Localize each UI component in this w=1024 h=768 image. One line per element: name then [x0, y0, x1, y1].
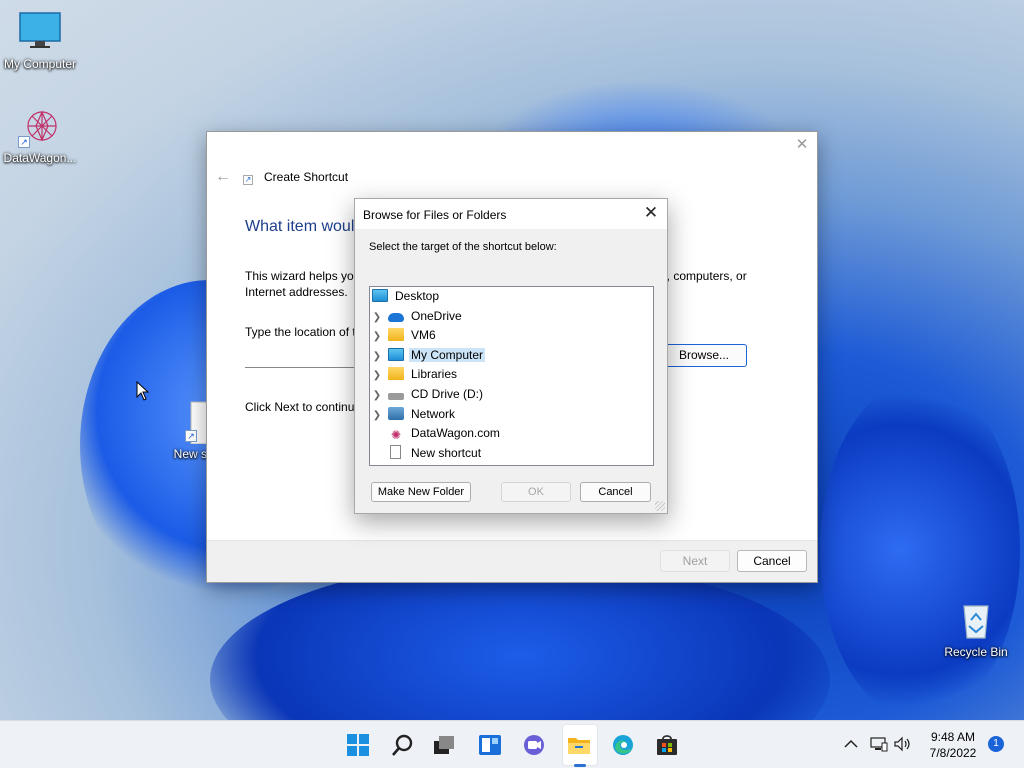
tree-item-onedrive[interactable]: ❯ OneDrive	[372, 307, 464, 326]
cancel-button[interactable]: Cancel	[580, 482, 651, 502]
chevron-right-icon[interactable]: ❯	[372, 366, 382, 385]
tree-item-label: Network	[411, 407, 456, 421]
mouse-cursor-icon	[136, 381, 150, 401]
clock[interactable]: 9:48 AM 7/8/2022	[920, 729, 986, 761]
back-arrow-icon[interactable]: ←	[215, 168, 231, 186]
search-icon[interactable]	[391, 733, 415, 757]
start-icon[interactable]	[346, 733, 370, 757]
chevron-right-icon[interactable]: ❯	[372, 308, 382, 327]
onedrive-cloud-icon	[388, 313, 404, 322]
store-icon[interactable]	[655, 733, 679, 757]
network-status-icon[interactable]	[870, 736, 888, 752]
window-title: Create Shortcut	[264, 170, 349, 184]
next-button[interactable]: Next	[660, 550, 730, 572]
tree-item-vm6[interactable]: ❯ VM6	[372, 326, 438, 345]
tree-item-label: Libraries	[411, 367, 458, 381]
desktop-icon-my-computer[interactable]: My Computer	[0, 10, 80, 71]
resize-grip-icon[interactable]	[655, 501, 665, 511]
wallpaper-bloom	[820, 380, 1020, 720]
blank-file-icon: ↗	[165, 400, 212, 445]
desktop-icon-datawagon[interactable]: ↗ DataWagon...	[0, 104, 80, 165]
wallpaper-bloom	[210, 560, 830, 720]
dialog-title: Browse for Files or Folders	[363, 208, 507, 222]
folder-tree[interactable]: Desktop ❯ OneDrive ❯ VM6 ❯ My Computer ❯ Lib…	[369, 286, 654, 466]
edge-icon[interactable]	[611, 733, 635, 757]
active-app-indicator	[574, 764, 586, 767]
chevron-right-icon[interactable]: ❯	[372, 327, 382, 346]
location-label: Type the location of t	[245, 325, 356, 339]
taskbar: 9:48 AM 7/8/2022	[0, 720, 1024, 768]
clock-date: 7/8/2022	[929, 746, 977, 760]
wizard-heading: What item woul	[245, 218, 355, 235]
notification-badge[interactable]: 1	[988, 736, 1004, 752]
wizard-footer: Next Cancel	[207, 540, 817, 582]
close-icon[interactable]: ✕	[795, 137, 809, 152]
tree-item-label: New shortcut	[411, 446, 482, 460]
dialog-prompt: Select the target of the shortcut below:	[369, 241, 557, 253]
chevron-right-icon[interactable]: ❯	[372, 347, 382, 366]
clock-time: 9:48 AM	[930, 730, 976, 744]
desktop-icon-label: My Computer	[3, 57, 77, 71]
description-text: Internet addresses.	[245, 285, 348, 299]
task-view-icon[interactable]	[432, 733, 456, 757]
desktop-icon-recycle-bin[interactable]: Recycle Bin	[936, 598, 1016, 659]
browse-button[interactable]: Browse...	[661, 344, 747, 367]
tree-item-label: DataWagon.com	[411, 426, 500, 440]
ok-button[interactable]: OK	[501, 482, 571, 502]
chevron-up-icon[interactable]	[844, 738, 858, 750]
folder-icon	[388, 367, 404, 380]
datawagon-icon: ↗	[18, 104, 62, 148]
tree-item-datawagon[interactable]: ✺ DataWagon.com	[388, 424, 502, 443]
tree-item-label: OneDrive	[411, 309, 462, 323]
file-explorer-icon[interactable]	[567, 733, 591, 757]
chat-icon[interactable]	[522, 733, 546, 757]
tree-item-my-computer[interactable]: ❯ My Computer	[372, 346, 486, 366]
recycle-bin-icon	[954, 598, 998, 642]
dialog-titlebar: Browse for Files or Folders ✕	[355, 199, 667, 229]
monitor-icon	[388, 348, 404, 361]
network-icon	[388, 407, 404, 420]
close-icon[interactable]: ✕	[643, 204, 659, 222]
desktop-icon-label: Recycle Bin	[944, 645, 1008, 659]
desktop-icon-label: DataWagon...	[3, 151, 77, 165]
volume-icon[interactable]	[894, 736, 912, 752]
tree-item-label: Desktop	[395, 289, 440, 303]
continue-text: Click Next to continu	[245, 400, 355, 414]
chevron-right-icon[interactable]: ❯	[372, 406, 382, 425]
shortcut-file-icon	[390, 445, 401, 459]
tree-item-label: CD Drive (D:)	[411, 387, 483, 401]
monitor-icon	[18, 10, 62, 54]
browse-dialog: Browse for Files or Folders ✕ Select the…	[354, 198, 668, 514]
tree-item-label: My Computer	[409, 348, 486, 362]
tree-item-cd-drive[interactable]: ❯ CD Drive (D:)	[372, 385, 485, 404]
shortcut-arrow-icon: ↗	[18, 136, 30, 148]
shortcut-arrow-icon: ↗	[185, 430, 197, 442]
chevron-right-icon[interactable]: ❯	[372, 386, 382, 405]
folder-icon	[388, 328, 404, 341]
shortcut-icon: ↗	[243, 175, 253, 185]
tree-item-libraries[interactable]: ❯ Libraries	[372, 365, 459, 384]
description-text: This wizard helps you	[245, 269, 361, 283]
drive-icon	[388, 393, 404, 400]
tree-item-network[interactable]: ❯ Network	[372, 405, 457, 424]
datawagon-icon: ✺	[390, 428, 402, 442]
make-new-folder-button[interactable]: Make New Folder	[371, 482, 471, 502]
tree-item-desktop[interactable]: Desktop	[370, 287, 441, 306]
cancel-button[interactable]: Cancel	[737, 550, 807, 572]
tree-item-label: VM6	[411, 328, 436, 342]
widgets-icon[interactable]	[478, 733, 502, 757]
tree-item-new-shortcut[interactable]: New shortcut	[388, 444, 483, 463]
desktop-icon	[372, 289, 388, 302]
